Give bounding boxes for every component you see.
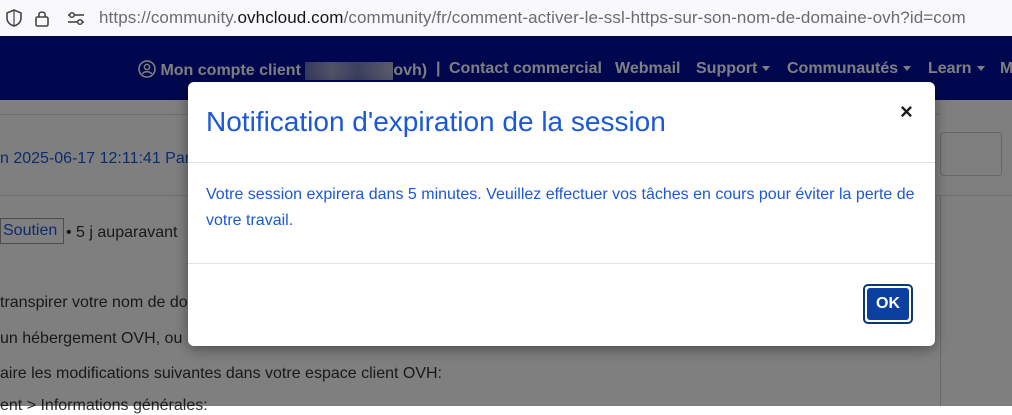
url-host: ovhcloud.com	[237, 8, 344, 27]
permissions-icon[interactable]	[66, 8, 86, 28]
dialog-message: Votre session expirera dans 5 minutes. V…	[206, 186, 915, 229]
ok-button-label: OK	[867, 288, 909, 320]
url-path: /community/fr/comment-activer-le-ssl-htt…	[343, 8, 966, 27]
shield-icon[interactable]	[4, 8, 24, 28]
url-prefix: https://community.	[99, 8, 238, 27]
browser-address-bar: https://community.ovhcloud.com/community…	[0, 0, 1012, 37]
divider	[188, 162, 935, 163]
lock-icon[interactable]	[32, 8, 52, 28]
session-expiration-dialog: Notification d'expiration de la session …	[188, 82, 935, 346]
divider	[188, 263, 935, 264]
url-field[interactable]: https://community.ovhcloud.com/community…	[99, 8, 966, 28]
close-icon[interactable]: ×	[900, 99, 913, 125]
dialog-title: Notification d'expiration de la session	[206, 106, 666, 137]
ok-button[interactable]: OK	[863, 284, 913, 324]
